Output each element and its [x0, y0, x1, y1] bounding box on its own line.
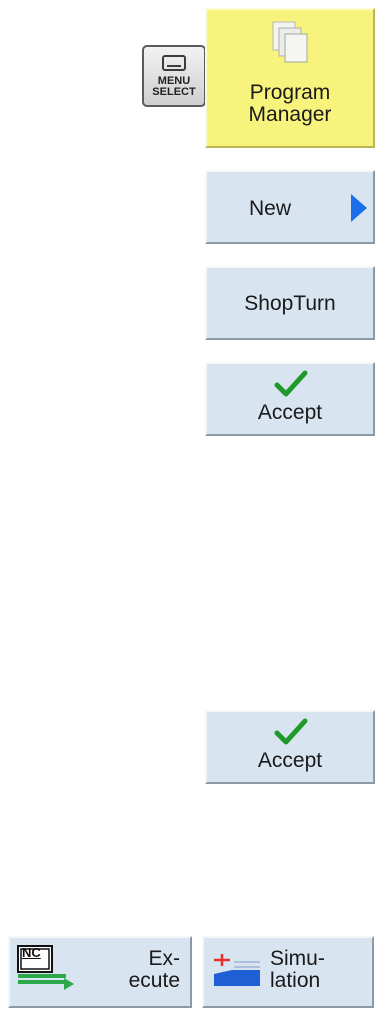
shopturn-label: ShopTurn [244, 292, 336, 315]
execute-softkey[interactable]: NC Ex- ecute [8, 936, 192, 1008]
new-label: New [248, 197, 291, 220]
program-manager-line1: Program [249, 81, 331, 104]
simulation-line1: Simu- [270, 947, 325, 970]
accept-softkey[interactable]: Accept [205, 362, 375, 436]
checkmark-icon [274, 370, 308, 397]
simulation-line2: lation [270, 969, 321, 992]
accept-softkey-2[interactable]: Accept [205, 710, 375, 784]
menu-select-key[interactable]: MENU SELECT [142, 45, 206, 107]
simulation-softkey[interactable]: Simu- lation [202, 936, 374, 1008]
arrow-right-icon [351, 194, 367, 222]
new-softkey[interactable]: New [205, 170, 375, 244]
accept-label-2: Accept [257, 749, 323, 772]
screen-icon [162, 55, 186, 71]
program-manager-softkey[interactable]: Program Manager [205, 8, 375, 148]
execute-line2: ecute [128, 969, 180, 992]
program-manager-line2: Manager [248, 103, 332, 126]
shopturn-softkey[interactable]: ShopTurn [205, 266, 375, 340]
execute-line1: Ex- [148, 947, 181, 970]
nc-badge: NC [22, 945, 41, 960]
documents-icon [272, 21, 308, 63]
simulation-icon [214, 954, 260, 986]
accept-label: Accept [257, 401, 323, 424]
checkmark-icon [274, 718, 308, 745]
menu-select-line2: SELECT [152, 86, 196, 98]
